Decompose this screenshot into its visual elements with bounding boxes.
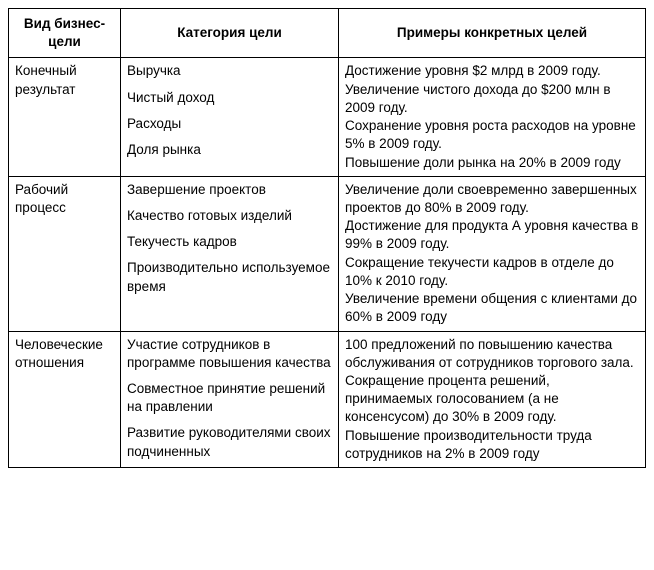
header-row: Вид бизнес-цели Категория цели Примеры к…: [9, 9, 646, 58]
cell-examples: 100 предложений по повышению качества об…: [339, 331, 646, 468]
header-col3: Примеры конкретных целей: [339, 9, 646, 58]
table-row: Человеческие отношенияУчастие сотруднико…: [9, 331, 646, 468]
example-item: Повышение производительности труда сотру…: [345, 427, 639, 463]
category-item: Завершение проектов: [127, 181, 332, 199]
example-item: Сокращение текучести кадров в отделе до …: [345, 254, 639, 290]
table-row: Конечный результат Выручка Чистый доход Рас…: [9, 58, 646, 176]
goals-table: Вид бизнес-цели Категория цели Примеры к…: [8, 8, 646, 468]
category-item: Совместное принятие решений на правлении: [127, 380, 332, 416]
cell-categories: Завершение проектов Качество готовых изде…: [121, 176, 339, 331]
example-item: Достижение уровня $2 млрд в 2009 году.: [345, 62, 639, 80]
table-body: Конечный результат Выручка Чистый доход Рас…: [9, 58, 646, 468]
example-item: Достижение для продукта А уровня качеств…: [345, 217, 639, 253]
cell-type: Рабочий процесс: [9, 176, 121, 331]
cell-type: Человеческие отношения: [9, 331, 121, 468]
header-col2: Категория цели: [121, 9, 339, 58]
category-item: Чистый доход: [127, 89, 332, 107]
category-item: Производительно используемое время: [127, 259, 332, 295]
example-item: Повышение доли рынка на 20% в 2009 году: [345, 154, 639, 172]
example-item: 100 предложений по повышению качества об…: [345, 336, 639, 372]
cell-type: Конечный результат: [9, 58, 121, 176]
cell-examples: Достижение уровня $2 млрд в 2009 году.Ув…: [339, 58, 646, 176]
category-item: Доля рынка: [127, 141, 332, 159]
cell-categories: Выручка Чистый доход Расходы Доля рынка: [121, 58, 339, 176]
category-item: Качество готовых изделий: [127, 207, 332, 225]
example-item: Увеличение чистого дохода до $200 млн в …: [345, 81, 639, 117]
example-item: Сокращение процента решений, принимаемых…: [345, 372, 639, 427]
header-col1: Вид бизнес-цели: [9, 9, 121, 58]
table-row: Рабочий процесс Завершение проектов Качест…: [9, 176, 646, 331]
example-item: Увеличение времени общения с клиентами д…: [345, 290, 639, 326]
cell-categories: Участие сотрудников в программе повышени…: [121, 331, 339, 468]
example-item: Сохранение уровня роста расходов на уров…: [345, 117, 639, 153]
category-item: Расходы: [127, 115, 332, 133]
category-item: Текучесть кадров: [127, 233, 332, 251]
category-item: Выручка: [127, 62, 332, 80]
cell-examples: Увеличение доли своевременно завершенных…: [339, 176, 646, 331]
category-item: Участие сотрудников в программе повышени…: [127, 336, 332, 372]
category-item: Развитие руководителями своих подчиненны…: [127, 424, 332, 460]
example-item: Увеличение доли своевременно завершенных…: [345, 181, 639, 217]
